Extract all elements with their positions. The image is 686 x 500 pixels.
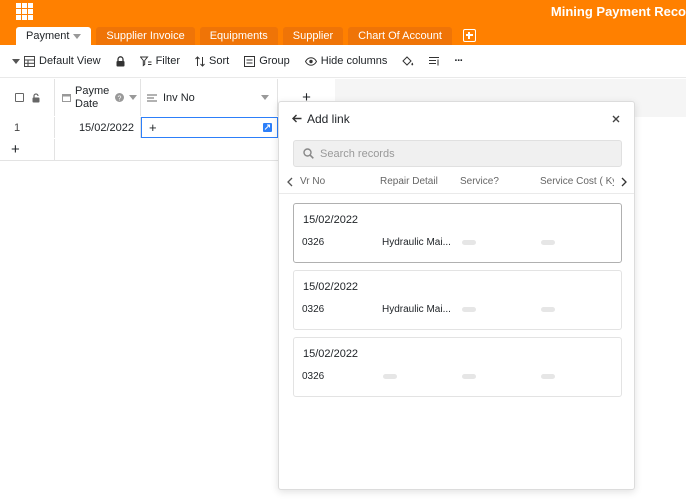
caret-down-icon[interactable] — [261, 95, 269, 100]
grid-view-icon — [24, 55, 35, 67]
apps-grid-icon[interactable] — [16, 3, 33, 20]
chevron-right-icon[interactable] — [621, 177, 627, 187]
column-label-line: Payme — [75, 84, 110, 97]
column-service: Service? — [460, 176, 499, 187]
cell-inv-no-active[interactable]: + — [141, 117, 278, 138]
record-repair-detail: Hydraulic Mai... — [382, 237, 451, 248]
tab-label: Chart Of Account — [358, 30, 442, 42]
empty-value-placeholder — [462, 240, 476, 245]
tab-label: Supplier — [292, 30, 334, 42]
filter-button[interactable]: Filter — [139, 55, 181, 67]
record-date: 15/02/2022 — [303, 281, 359, 293]
lock-icon — [116, 55, 125, 66]
hide-columns-button[interactable]: Hide columns — [304, 55, 388, 67]
sort-label: Sort — [209, 55, 230, 67]
group-icon — [244, 55, 256, 67]
popover-title: Add link — [307, 112, 350, 126]
more-options-button[interactable]: ··· — [454, 55, 463, 67]
tab-equipments[interactable]: Equipments — [199, 27, 278, 45]
column-header-payment-date[interactable]: Payme Date ? — [55, 79, 141, 116]
search-icon — [303, 148, 314, 159]
record-card[interactable]: 15/02/2022 0326 — [293, 337, 622, 397]
group-label: Group — [259, 55, 290, 67]
view-label: Default View — [39, 55, 101, 67]
record-card[interactable]: 15/02/2022 0326 Hydraulic Mai... — [293, 270, 622, 330]
record-vr-no: 0326 — [302, 371, 325, 382]
add-row: + — [0, 139, 278, 161]
cell-payment-date[interactable]: 15/02/2022 — [55, 117, 141, 138]
column-label-line: Date — [75, 97, 99, 110]
tab-label: Equipments — [209, 30, 268, 42]
add-row-button[interactable]: + — [0, 139, 55, 160]
tab-label: Supplier Invoice — [106, 30, 185, 42]
row-number[interactable]: 1 — [0, 117, 55, 138]
record-date: 15/02/2022 — [303, 214, 359, 226]
expand-icon[interactable] — [263, 123, 272, 132]
row-color-button[interactable] — [402, 55, 414, 67]
add-table-icon[interactable] — [462, 29, 476, 42]
empty-value-placeholder — [462, 374, 476, 379]
help-icon[interactable]: ? — [115, 93, 125, 102]
search-placeholder: Search records — [320, 147, 395, 160]
svg-text:?: ? — [118, 95, 122, 102]
hide-columns-label: Hide columns — [320, 55, 388, 67]
filter-icon — [139, 56, 152, 66]
calendar-icon — [62, 94, 71, 102]
column-label: Inv No — [163, 91, 195, 104]
paint-bucket-icon — [402, 55, 414, 66]
row-number-label: 1 — [14, 121, 21, 134]
empty-value-placeholder — [541, 240, 555, 245]
filter-label: Filter — [155, 55, 181, 67]
arrow-left-icon[interactable] — [292, 114, 302, 123]
record-date: 15/02/2022 — [303, 348, 359, 360]
app-header: Mining Payment Reco Payment Supplier Inv… — [0, 0, 686, 45]
tab-supplier[interactable]: Supplier — [282, 27, 344, 45]
caret-down-icon[interactable] — [73, 33, 82, 39]
row-height-button[interactable] — [429, 56, 440, 66]
record-columns-header: Vr No Repair Detail Service? Service Cos… — [279, 172, 634, 194]
sort-icon — [195, 55, 205, 67]
empty-value-placeholder — [462, 307, 476, 312]
add-icon: + — [11, 141, 20, 158]
close-icon[interactable] — [612, 115, 620, 123]
empty-value-placeholder — [541, 307, 555, 312]
column-label: Payme Date — [75, 85, 109, 111]
select-all-cell — [0, 79, 55, 116]
tab-label: Payment — [26, 30, 70, 42]
empty-value-placeholder — [541, 374, 555, 379]
view-toolbar: Default View Filter Sort Group Hide colu… — [0, 45, 686, 78]
caret-down-icon — [12, 58, 20, 64]
record-vr-no: 0326 — [302, 304, 325, 315]
row-height-icon — [429, 57, 440, 66]
column-vr-no: Vr No — [300, 176, 326, 187]
record-repair-detail: Hydraulic Mai... — [382, 304, 451, 315]
lock-icon — [32, 92, 39, 102]
add-link-icon[interactable]: + — [149, 120, 157, 135]
more-icon: ··· — [454, 55, 463, 67]
column-header-inv-no[interactable]: Inv No — [141, 79, 278, 116]
record-vr-no: 0326 — [302, 237, 325, 248]
sort-button[interactable]: Sort — [195, 55, 229, 67]
view-selector[interactable]: Default View — [12, 55, 101, 67]
tab-supplier-invoice[interactable]: Supplier Invoice — [96, 27, 195, 45]
add-link-popover: Add link Search records Vr No Repair Det… — [278, 101, 635, 490]
base-title: Mining Payment Reco — [550, 4, 686, 19]
tab-chart-of-account[interactable]: Chart Of Account — [348, 27, 452, 45]
text-field-icon — [147, 93, 157, 102]
eye-icon — [304, 56, 317, 66]
search-records-input[interactable]: Search records — [293, 140, 622, 167]
caret-down-icon[interactable] — [129, 95, 138, 100]
tab-payment[interactable]: Payment — [16, 27, 92, 45]
select-all-checkbox[interactable] — [14, 93, 24, 102]
record-card[interactable]: 15/02/2022 0326 Hydraulic Mai... — [293, 203, 622, 263]
column-repair-detail: Repair Detail — [380, 176, 438, 187]
chevron-left-icon[interactable] — [287, 177, 293, 187]
table-tabs: Payment Supplier Invoice Equipments Supp… — [16, 27, 476, 45]
column-service-cost: Service Cost ( Kya — [540, 176, 614, 187]
cell-value: 15/02/2022 — [78, 121, 134, 134]
lock-view-button[interactable] — [116, 55, 125, 67]
group-button[interactable]: Group — [244, 55, 290, 67]
empty-value-placeholder — [383, 374, 397, 379]
